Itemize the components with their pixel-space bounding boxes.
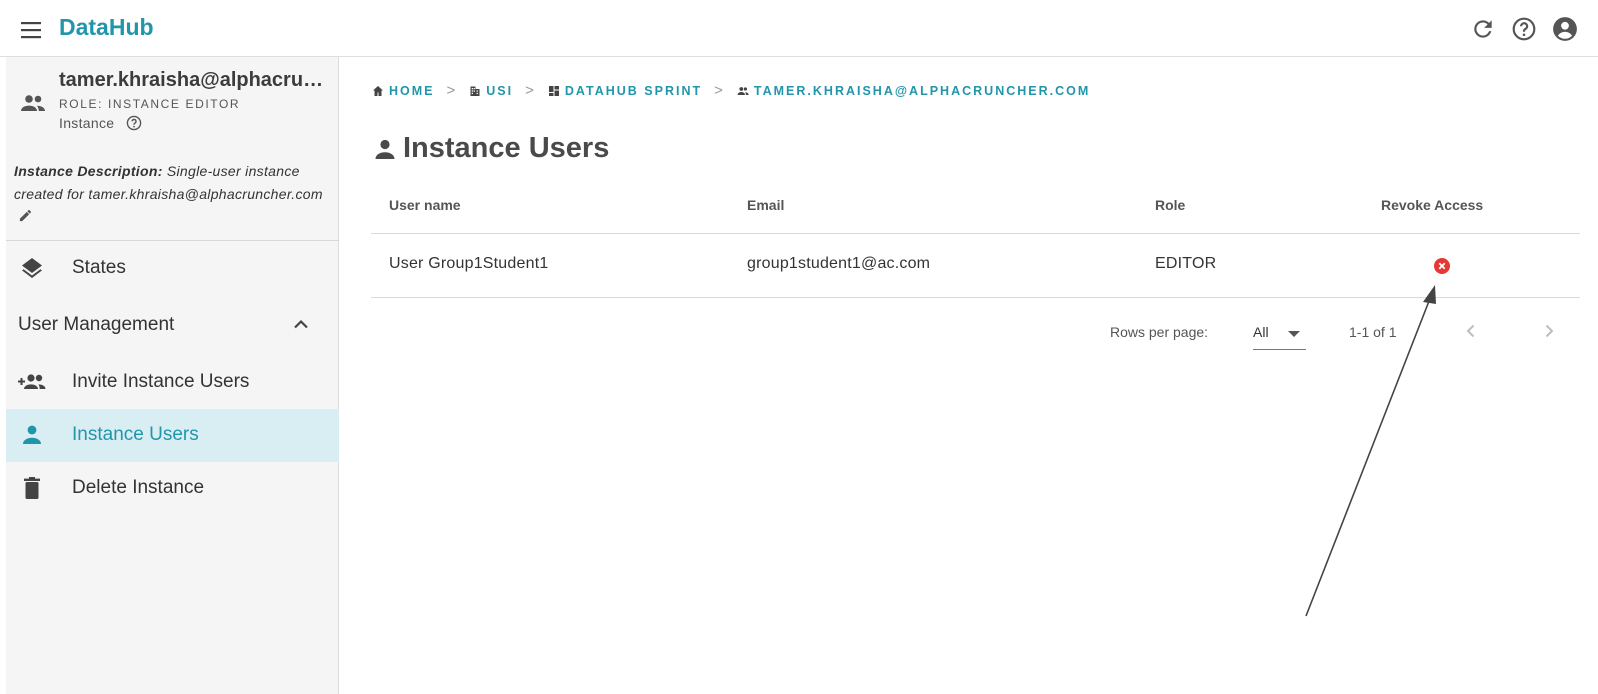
menu-icon[interactable] — [20, 19, 44, 41]
sidebar-item-label: States — [72, 257, 126, 278]
breadcrumb-instance[interactable]: TAMER.KHRAISHA@ALPHACRUNCHER.COM — [737, 84, 1090, 98]
cell-email: group1student1@ac.com — [747, 255, 931, 272]
help-icon[interactable] — [1511, 16, 1537, 42]
breadcrumb-label: HOME — [389, 83, 435, 98]
chevron-up-icon — [292, 317, 310, 331]
table-pagination: Rows per page: All 1-1 of 1 — [1110, 318, 1580, 352]
breadcrumb-label: USI — [486, 83, 514, 98]
column-header-email[interactable]: Email — [747, 197, 784, 213]
instance-description-label: Instance Description: — [14, 163, 163, 179]
instance-type: Instance — [59, 115, 142, 131]
breadcrumb-separator: > — [525, 82, 534, 99]
column-header-username[interactable]: User name — [389, 197, 461, 213]
instance-role: ROLE: INSTANCE EDITOR — [59, 97, 241, 111]
help-icon[interactable] — [126, 115, 142, 131]
page-title-text: Instance Users — [403, 132, 610, 164]
people-icon — [737, 86, 749, 95]
sidebar-divider — [6, 240, 339, 241]
breadcrumb-usi[interactable]: USI — [469, 84, 513, 98]
users-table: User name Email Role Revoke Access User … — [371, 182, 1580, 298]
rows-per-page-select[interactable]: All — [1253, 318, 1306, 350]
instance-description: Instance Description: Single-user instan… — [14, 160, 324, 228]
building-icon — [470, 86, 480, 96]
sidebar-item-invite-instance-users[interactable]: Invite Instance Users — [6, 356, 339, 409]
cell-role: EDITOR — [1155, 255, 1217, 272]
layers-icon — [18, 256, 46, 280]
sidebar-item-label: User Management — [18, 314, 175, 335]
chevron-left-icon[interactable] — [1462, 322, 1480, 340]
breadcrumb-separator: > — [446, 82, 456, 99]
home-icon — [373, 85, 383, 96]
app-title[interactable]: DataHub — [59, 14, 154, 41]
revoke-access-button[interactable] — [1434, 258, 1450, 274]
account-icon[interactable] — [1552, 16, 1578, 42]
breadcrumb-label: DATAHUB SPRINT — [564, 83, 703, 98]
breadcrumb-home[interactable]: HOME — [372, 84, 435, 98]
sidebar-group-user-management[interactable]: User Management — [6, 299, 339, 352]
column-header-revoke-access: Revoke Access — [1381, 197, 1484, 213]
table-header-row: User name Email Role Revoke Access — [371, 182, 1580, 234]
sidebar-item-states[interactable]: States — [6, 242, 339, 295]
instance-header: tamer.khraisha@alphacrun... ROLE: INSTAN… — [6, 57, 339, 145]
instance-type-label: Instance — [59, 115, 115, 131]
close-circle-icon — [1438, 262, 1446, 270]
edit-icon[interactable] — [18, 207, 33, 222]
person-icon — [375, 139, 395, 159]
cell-username: User Group1Student1 — [389, 255, 549, 272]
group-add-icon — [18, 370, 46, 394]
page-range: 1-1 of 1 — [1349, 324, 1397, 340]
dashboard-icon — [548, 85, 559, 96]
sidebar-item-label: Delete Instance — [72, 477, 205, 498]
instance-user-name: tamer.khraisha@alphacrun... — [59, 69, 329, 91]
rows-per-page-value: All — [1253, 324, 1269, 340]
breadcrumb-label: TAMER.KHRAISHA@ALPHACRUNCHER.COM — [753, 83, 1091, 98]
breadcrumb-separator: > — [714, 82, 723, 99]
people-icon — [20, 93, 46, 113]
sidebar-item-delete-instance[interactable]: Delete Instance — [6, 462, 339, 515]
breadcrumb: HOME > USI > DATAHUB SPRINT > TAMER.KHRA… — [372, 82, 1090, 99]
rows-per-page-label: Rows per page: — [1110, 324, 1209, 340]
page-title: Instance Users — [374, 132, 609, 165]
sidebar: tamer.khraisha@alphacrun... ROLE: INSTAN… — [6, 57, 339, 694]
sidebar-item-instance-users[interactable]: Instance Users — [6, 409, 339, 462]
chevron-right-icon[interactable] — [1540, 322, 1558, 340]
person-icon — [18, 423, 46, 447]
breadcrumb-datahub-sprint[interactable]: DATAHUB SPRINT — [548, 84, 702, 98]
app-bar: DataHub — [0, 0, 1598, 57]
sidebar-item-label: Instance Users — [72, 424, 199, 445]
refresh-icon[interactable] — [1470, 16, 1496, 42]
sidebar-item-label: Invite Instance Users — [72, 371, 250, 392]
table-row: User Group1Student1 group1student1@ac.co… — [371, 234, 1580, 298]
column-header-role[interactable]: Role — [1155, 197, 1185, 213]
trash-icon — [18, 476, 46, 500]
dropdown-caret-icon — [1288, 331, 1300, 337]
